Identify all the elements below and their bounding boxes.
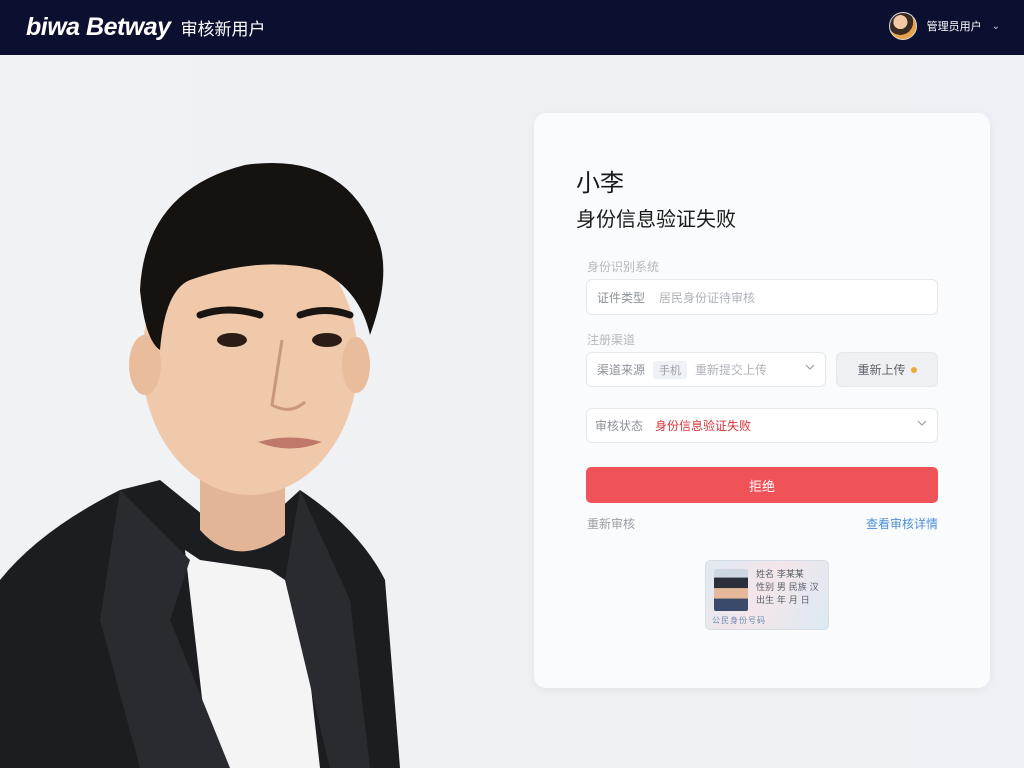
channel-select[interactable]: 渠道来源 手机 重新提交上传: [586, 352, 826, 387]
review-status-select[interactable]: 审核状态 身份信息验证失败: [586, 408, 938, 443]
user-display-name: 小李: [576, 169, 624, 197]
id-card-thumbnail[interactable]: 姓名 李某某 性别 男 民族 汉 出生 年 月 日 公民身份号码: [705, 560, 829, 630]
review-status-value: 身份信息验证失败: [655, 419, 752, 433]
document-type-value: 居民身份证待审核: [659, 290, 756, 305]
reject-button[interactable]: 拒绝: [586, 467, 938, 503]
reupload-button[interactable]: 重新上传: [836, 352, 938, 387]
page-title: 审核新用户: [180, 20, 266, 40]
review-status-prefix: 审核状态: [595, 419, 644, 433]
user-portrait: [0, 162, 400, 768]
id-card-text: 姓名 李某某 性别 男 民族 汉 出生 年 月 日: [756, 569, 819, 608]
channel-value: 重新提交上传: [695, 363, 768, 377]
field-label-channel: 注册渠道: [587, 333, 636, 347]
id-card-line: 出生 年 月 日: [756, 596, 810, 606]
user-menu[interactable]: 管理员用户 ⌄: [888, 12, 1000, 40]
id-card-line: 姓名 李某某: [756, 570, 804, 580]
channel-tag: 手机: [653, 360, 688, 379]
document-type-field[interactable]: 证件类型 居民身份证待审核: [586, 279, 938, 315]
brand-logo[interactable]: biwa Betway: [26, 13, 171, 42]
channel-prefix: 渠道来源: [597, 363, 646, 377]
document-type-prefix: 证件类型: [597, 290, 646, 305]
chevron-down-icon[interactable]: ⌄: [992, 21, 1000, 32]
re-review-link[interactable]: 重新审核: [587, 515, 635, 532]
review-details-link[interactable]: 查看审核详情: [866, 515, 938, 532]
id-card-number: 公民身份号码: [712, 616, 766, 625]
top-bar: biwa Betway 审核新用户 管理员用户 ⌄: [0, 0, 1024, 55]
verification-status-title: 身份信息验证失败: [576, 207, 736, 231]
avatar[interactable]: [888, 12, 917, 40]
id-card-line: 性别 男 民族 汉: [756, 583, 819, 593]
reupload-button-label: 重新上传: [857, 363, 906, 377]
id-card-photo: [714, 569, 748, 611]
verification-card: 小李 身份信息验证失败 身份识别系统 证件类型 居民身份证待审核 注册渠道 渠道…: [534, 113, 990, 688]
user-name[interactable]: 管理员用户: [927, 18, 982, 34]
chevron-down-icon: [917, 420, 927, 426]
field-label-system: 身份识别系统: [587, 260, 660, 274]
chevron-down-icon: [805, 364, 815, 370]
alert-dot-icon: [910, 366, 917, 373]
